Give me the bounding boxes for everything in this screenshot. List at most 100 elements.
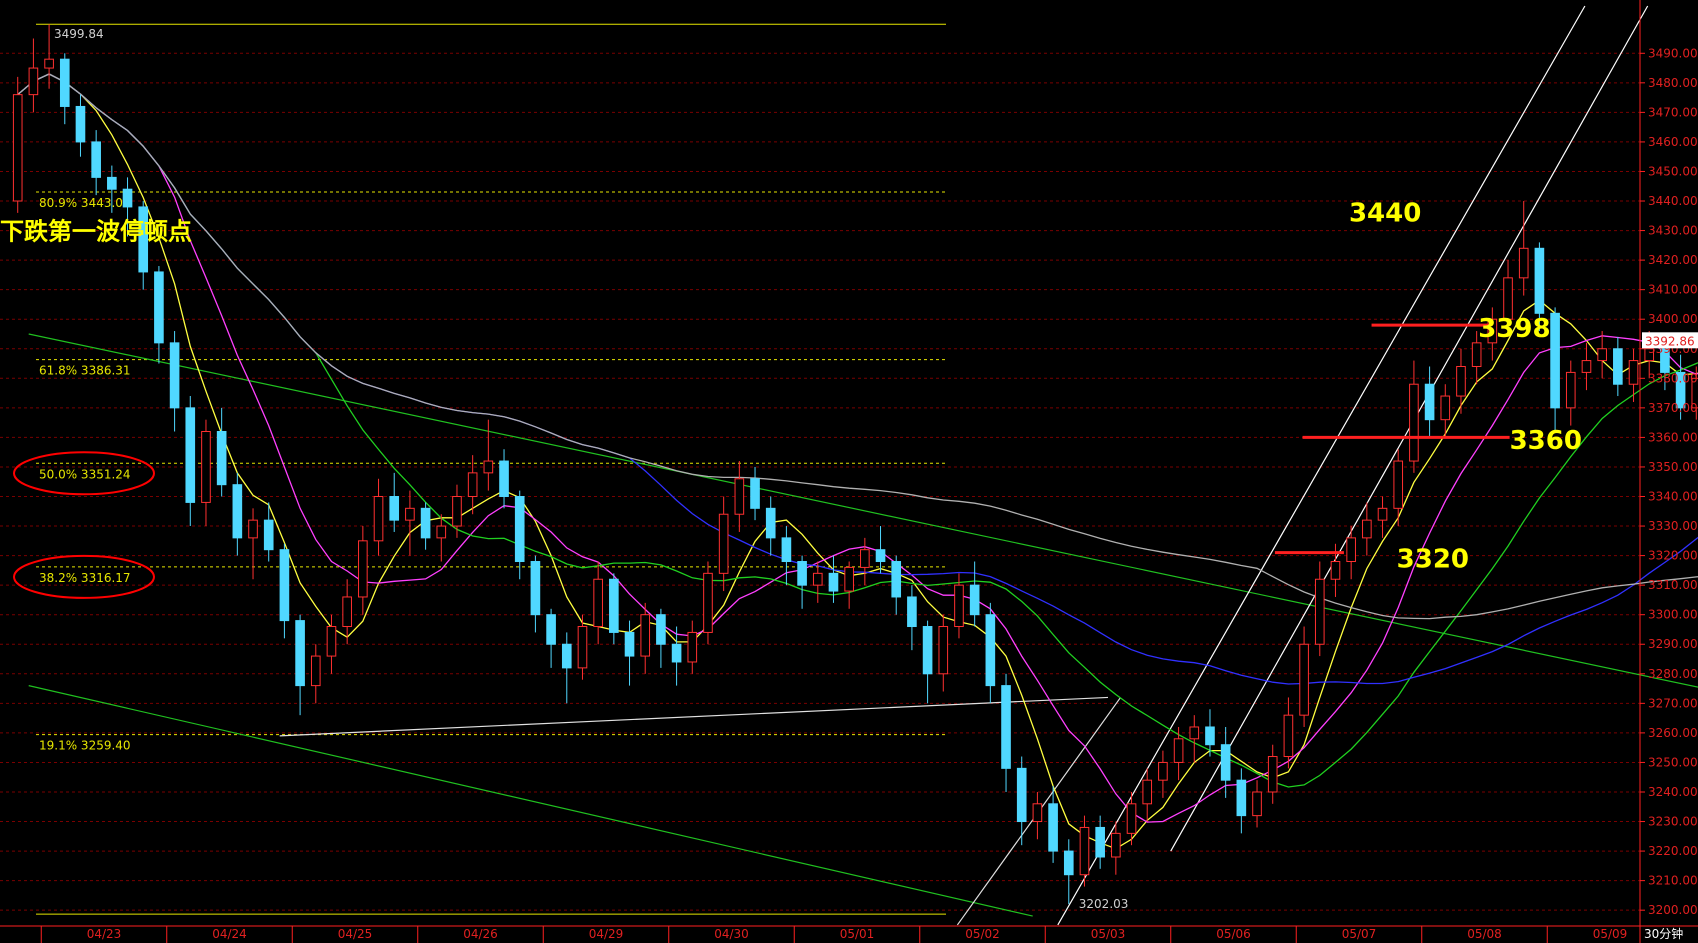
candle-body xyxy=(1377,507,1388,521)
x-tick-label: 05/08 xyxy=(1467,927,1502,941)
candle-body xyxy=(452,496,462,527)
candle-body xyxy=(28,67,39,96)
candle-body xyxy=(1440,395,1451,421)
candle-body xyxy=(561,643,572,669)
candle-body xyxy=(420,507,431,539)
y-tick-label: 3440.00 xyxy=(1648,194,1698,208)
y-tick-label: 3330.00 xyxy=(1648,519,1698,533)
x-tick-label: 04/24 xyxy=(212,927,247,941)
candlestick-chart[interactable]: 3499.84 80.9% 3443.07 61.8% 3386.31 50.0% 3… xyxy=(0,0,1698,943)
candle-body xyxy=(875,549,886,563)
candle-body xyxy=(969,584,980,616)
annotation-text: 下跌第一波停顿点 xyxy=(0,217,192,245)
candle-body xyxy=(1267,756,1278,793)
candle-body xyxy=(185,407,196,503)
high-price-label: 3499.84 xyxy=(54,27,104,41)
y-tick-label: 3350.00 xyxy=(1648,460,1698,474)
candle-body xyxy=(891,561,902,598)
candle-body xyxy=(718,513,729,574)
y-tick-label: 3310.00 xyxy=(1648,578,1698,592)
annotation-3320: 3320 xyxy=(1397,544,1469,574)
candle[interactable] xyxy=(703,561,713,645)
candle-body xyxy=(1393,460,1404,509)
candle-body xyxy=(1409,383,1419,462)
annotation-3398: 3398 xyxy=(1478,314,1550,344)
candle-body xyxy=(75,105,86,143)
candle-body xyxy=(1032,803,1043,823)
y-tick-label: 3450.00 xyxy=(1648,164,1698,178)
candle-body xyxy=(954,584,964,628)
candle-body xyxy=(1362,519,1372,539)
candle-body xyxy=(1079,826,1090,876)
candle-body xyxy=(405,507,415,521)
current-price-label: 3392.86 xyxy=(1645,334,1695,348)
y-tick-label: 3270.00 xyxy=(1648,696,1698,710)
candle-body xyxy=(1471,342,1482,367)
candle-body xyxy=(577,626,588,669)
candle-body xyxy=(248,519,258,539)
candle-body xyxy=(1299,643,1309,716)
candle-body xyxy=(483,460,494,474)
period-label[interactable]: 30分钟 xyxy=(1644,926,1683,941)
y-tick-label: 3460.00 xyxy=(1648,135,1698,149)
candle-body xyxy=(169,342,180,409)
candle-body xyxy=(154,271,164,344)
candle-body xyxy=(938,626,949,675)
annotation-3360: 3360 xyxy=(1510,426,1582,456)
candle-body xyxy=(1550,312,1560,409)
candle-body xyxy=(671,643,682,663)
candle-body xyxy=(1314,578,1325,645)
y-tick-label: 3370.00 xyxy=(1648,401,1698,415)
candle-body xyxy=(389,496,400,521)
candle-body xyxy=(593,578,603,628)
candle-body xyxy=(436,525,447,539)
y-tick-label: 3200.00 xyxy=(1648,903,1698,917)
candle-body xyxy=(1613,348,1623,385)
y-tick-label: 3320.00 xyxy=(1648,549,1698,563)
candle-body xyxy=(107,176,117,190)
candle-body xyxy=(373,496,384,542)
candle[interactable] xyxy=(12,76,23,213)
candle-body xyxy=(1063,850,1074,876)
candle-body xyxy=(1330,561,1341,580)
candle-body xyxy=(1158,761,1168,781)
candle-body xyxy=(499,460,509,498)
y-tick-label: 3300.00 xyxy=(1648,608,1698,622)
candle-body xyxy=(1111,832,1121,858)
candle-body xyxy=(922,626,933,675)
candle-body xyxy=(765,507,776,539)
candle-body xyxy=(1565,371,1576,409)
candle-body xyxy=(546,614,556,645)
candle-body xyxy=(812,572,823,586)
candle-body xyxy=(1142,779,1153,805)
y-tick-label: 3340.00 xyxy=(1648,490,1698,504)
fib-label: 19.1% 3259.40 xyxy=(39,739,131,753)
candle-body xyxy=(12,94,23,202)
candle-body xyxy=(907,596,917,628)
candle-body xyxy=(91,141,101,178)
candle-body xyxy=(232,484,243,539)
x-tick-label: 04/23 xyxy=(87,927,122,941)
y-tick-label: 3240.00 xyxy=(1648,785,1698,799)
x-tick-label: 05/03 xyxy=(1091,927,1126,941)
candle-body xyxy=(640,614,651,657)
candle-body xyxy=(1597,348,1607,362)
candle-body xyxy=(1424,383,1435,421)
annotation-3440: 3440 xyxy=(1349,199,1421,229)
x-tick-label: 05/02 xyxy=(965,927,1000,941)
candle-body xyxy=(122,188,133,208)
y-tick-label: 3210.00 xyxy=(1648,874,1698,888)
fib-label: 80.9% 3443.07 xyxy=(39,196,131,210)
y-tick-label: 3360.00 xyxy=(1648,430,1698,444)
x-tick-label: 05/09 xyxy=(1593,927,1628,941)
candle-body xyxy=(358,540,368,598)
candle-body xyxy=(1205,726,1215,746)
x-tick-label: 05/07 xyxy=(1342,927,1377,941)
candle-body xyxy=(609,578,619,633)
y-tick-label: 3380.00 xyxy=(1648,371,1698,385)
low-price-label: 3202.03 xyxy=(1079,897,1129,911)
candle-body xyxy=(467,472,478,498)
candle-body xyxy=(844,566,854,592)
y-tick-label: 3430.00 xyxy=(1648,224,1698,238)
y-tick-label: 3230.00 xyxy=(1648,815,1698,829)
